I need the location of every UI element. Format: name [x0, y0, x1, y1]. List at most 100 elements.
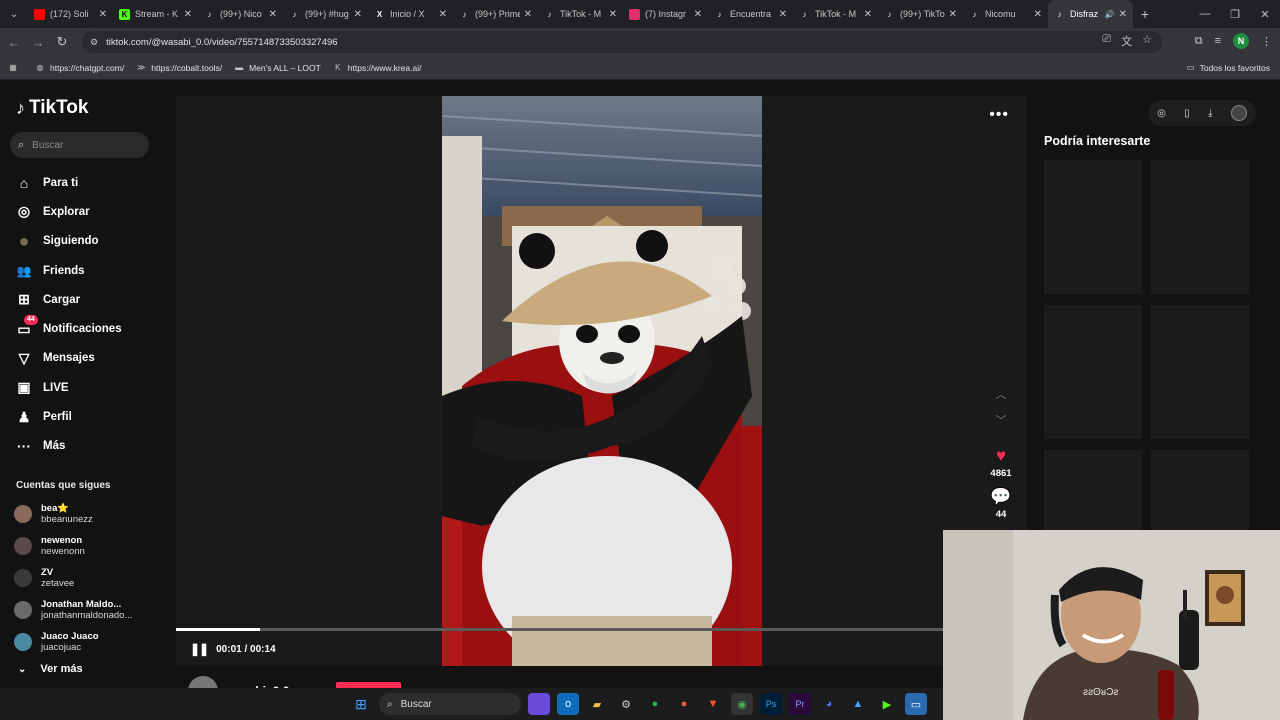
pause-icon[interactable]: ❚❚ — [190, 642, 209, 656]
browser-tab[interactable]: ♪ Nicomu ✕ — [963, 0, 1048, 28]
chevron-down-icon[interactable]: ﹀ — [986, 412, 1016, 438]
following-account[interactable]: Jonathan Maldo... jonathanmaldonado... — [14, 594, 132, 626]
extensions-icon[interactable]: ⧉ — [1195, 35, 1203, 48]
copilot-icon[interactable] — [528, 693, 550, 715]
media-controls-icon[interactable]: ≡ — [1215, 35, 1221, 47]
premiere-icon[interactable]: Pr — [789, 693, 811, 715]
browser-tab[interactable]: ♪ TikTok - M ✕ — [793, 0, 878, 28]
discord-icon[interactable]: ◕ — [818, 693, 840, 715]
close-tab-icon[interactable]: ✕ — [439, 9, 447, 20]
nav-item[interactable]: ▣ LIVE — [14, 373, 122, 402]
close-tab-icon[interactable]: ✕ — [184, 9, 192, 20]
search-input[interactable]: ⌕ Buscar — [10, 132, 149, 158]
apps-icon[interactable]: ▦ — [8, 63, 23, 73]
nav-item[interactable]: ⊞ Cargar — [14, 285, 122, 314]
bookmark-item[interactable]: Khttps://www.krea.ai/ — [333, 63, 421, 73]
more-options-icon[interactable]: ••• — [989, 106, 1009, 124]
close-tab-icon[interactable]: ✕ — [1034, 9, 1042, 20]
bookmark-item[interactable]: ▬ Men's ALL – LOOT — [234, 63, 321, 73]
kick-app-icon[interactable]: ▶ — [876, 693, 898, 715]
maximize-button[interactable]: ❐ — [1220, 0, 1250, 28]
close-tab-icon[interactable]: ✕ — [269, 9, 277, 20]
nav-item[interactable]: ▽ Mensajes — [14, 344, 122, 373]
browser-tab[interactable]: (7) Instagr ✕ — [623, 0, 708, 28]
download-icon[interactable]: ⤓ — [1208, 108, 1212, 119]
photoshop-icon[interactable]: Ps — [760, 693, 782, 715]
video-progress-bar[interactable] — [176, 628, 943, 631]
translate-icon[interactable]: 文 — [1121, 33, 1132, 49]
recommended-thumbnail[interactable] — [1044, 160, 1142, 294]
tab-search-button[interactable]: ⌄ — [0, 0, 28, 28]
bookmark-item[interactable]: ≫ https://cobalt.tools/ — [136, 63, 222, 73]
minimize-button[interactable]: — — [1190, 0, 1220, 28]
close-window-button[interactable]: ✕ — [1250, 0, 1280, 28]
recommended-thumbnail[interactable] — [1151, 305, 1249, 439]
nav-item[interactable]: 👥 Friends — [14, 256, 122, 285]
bookmark-star-icon[interactable]: ☆ — [1142, 33, 1152, 49]
app-icon[interactable]: ▲ — [847, 693, 869, 715]
tiktok-logo[interactable]: ♪ TikTok — [16, 97, 88, 119]
install-app-icon[interactable]: ⎚ — [1102, 33, 1111, 49]
chrome-menu-icon[interactable]: ⋮ — [1261, 35, 1272, 48]
close-tab-icon[interactable]: ✕ — [949, 9, 957, 20]
spotify-icon[interactable]: ● — [644, 693, 666, 715]
user-avatar[interactable] — [1230, 105, 1247, 121]
browser-tab[interactable]: ♪ Encuentra ✕ — [708, 0, 793, 28]
nav-item[interactable]: ◎ Explorar — [14, 197, 122, 226]
browser-tab[interactable]: ♪ Disfraz 🔊 ✕ — [1048, 0, 1133, 28]
browser-tab[interactable]: ♪ TikTok - M ✕ — [538, 0, 623, 28]
nav-item[interactable]: ⌂ Para ti — [14, 168, 122, 197]
heart-icon[interactable]: ♥ — [986, 446, 1016, 466]
reload-button[interactable]: ↻ — [50, 34, 74, 50]
nav-item[interactable]: ··· Más — [14, 432, 122, 461]
see-more-button[interactable]: ⌄ Ver más — [18, 663, 83, 675]
audio-playing-icon[interactable]: 🔊 — [1105, 10, 1115, 19]
windows-start-icon[interactable]: ⊞ — [350, 693, 372, 715]
close-tab-icon[interactable]: ✕ — [779, 9, 787, 20]
profile-avatar[interactable]: N — [1233, 33, 1249, 49]
close-tab-icon[interactable]: ✕ — [524, 9, 532, 20]
close-tab-icon[interactable]: ✕ — [864, 9, 872, 20]
close-tab-icon[interactable]: ✕ — [694, 9, 702, 20]
new-tab-button[interactable]: + — [1133, 6, 1157, 22]
back-button[interactable]: ← — [2, 35, 26, 50]
following-account[interactable]: Juaco Juaco juacojuac — [14, 626, 132, 658]
settings-icon[interactable]: ⚙ — [615, 693, 637, 715]
address-bar[interactable]: ⚙ tiktok.com/@wasabi_0.0/video/755714873… — [82, 31, 1162, 53]
close-tab-icon[interactable]: ✕ — [1119, 9, 1127, 20]
browser-tab[interactable]: ♪ (99+) Nico ✕ — [198, 0, 283, 28]
comment-icon[interactable]: 💬 — [986, 487, 1016, 507]
recommended-thumbnail[interactable] — [1044, 305, 1142, 439]
forward-button[interactable]: → — [26, 35, 50, 50]
nav-item[interactable]: ● Siguiendo — [14, 227, 122, 256]
site-info-icon[interactable]: ⚙ — [90, 37, 98, 48]
browser-tab[interactable]: ♪ (99+) TikTo ✕ — [878, 0, 963, 28]
following-account[interactable]: ZV zetavee — [14, 562, 132, 594]
photos-icon[interactable]: ▭ — [905, 693, 927, 715]
device-icon[interactable]: ▯ — [1184, 108, 1190, 119]
following-account[interactable]: newenon newenonn — [14, 530, 132, 562]
nav-item[interactable]: ▭ Notificaciones 44 — [14, 314, 122, 343]
browser-tab[interactable]: (172) Soli ✕ — [28, 0, 113, 28]
file-explorer-icon[interactable]: ▰ — [586, 693, 608, 715]
following-account[interactable]: bea⭐ bbeanunezz — [14, 498, 132, 530]
close-tab-icon[interactable]: ✕ — [609, 9, 617, 20]
browser-tab[interactable]: X Inicio / X ✕ — [368, 0, 453, 28]
chrome-icon[interactable]: ◉ — [731, 693, 753, 715]
coin-icon[interactable]: ◎ — [1157, 108, 1166, 119]
recommended-thumbnail[interactable] — [1151, 160, 1249, 294]
media-app-icon[interactable]: ● — [673, 693, 695, 715]
close-tab-icon[interactable]: ✕ — [99, 9, 107, 20]
video-player[interactable]: ••• — [176, 96, 1027, 666]
nav-item[interactable]: ♟ Perfil — [14, 402, 122, 431]
recommended-thumbnail[interactable] — [1044, 450, 1142, 530]
video-frame[interactable] — [442, 96, 762, 666]
taskbar-search[interactable]: ⌕ Buscar — [379, 693, 521, 715]
outlook-icon[interactable]: o — [557, 693, 579, 715]
browser-tab[interactable]: ♪ (99+) #hug ✕ — [283, 0, 368, 28]
bookmark-item[interactable]: ◍ https://chatgpt.com/ — [35, 63, 125, 73]
recommended-thumbnail[interactable] — [1151, 450, 1249, 530]
browser-tab[interactable]: ♪ (99+) Prime ✕ — [453, 0, 538, 28]
brave-icon[interactable]: ▼ — [702, 693, 724, 715]
chevron-up-icon[interactable]: ︿ — [986, 386, 1016, 412]
